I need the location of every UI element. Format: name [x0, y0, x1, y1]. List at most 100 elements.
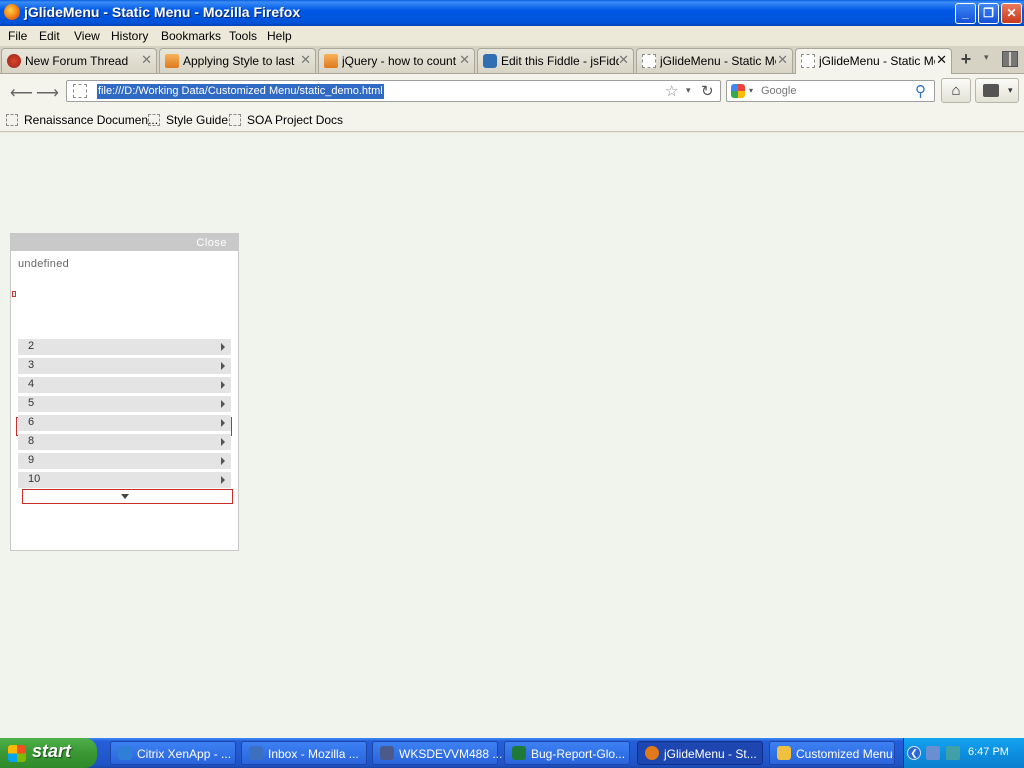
tab-jglidemenu-1[interactable]: jGlideMenu - Static Me... ✕ — [636, 48, 793, 73]
blank-page-icon — [6, 114, 18, 126]
search-bar[interactable]: ▾ Google ⚲ — [726, 80, 935, 102]
task-inbox-thunderbird[interactable]: Inbox - Mozilla ... — [241, 741, 367, 765]
tab-close-icon[interactable]: ✕ — [936, 52, 947, 68]
addon-button[interactable]: ▾ — [975, 78, 1019, 103]
menu-tools[interactable]: Tools — [229, 29, 257, 43]
menu-item-8[interactable]: 8 — [18, 434, 231, 450]
tab-close-icon[interactable]: ✕ — [459, 52, 470, 68]
task-label: jGlideMenu - St... — [664, 747, 757, 761]
menu-item-9[interactable]: 9 — [18, 453, 231, 469]
blank-page-icon — [229, 114, 241, 126]
search-engine-dropdown-icon[interactable]: ▾ — [749, 86, 753, 95]
tab-jglidemenu-active[interactable]: jGlideMenu - Static Me... ✕ — [795, 48, 952, 75]
chevron-right-icon — [221, 438, 225, 446]
tab-label: jQuery - how to count... — [342, 54, 457, 68]
scroll-down-button[interactable] — [22, 489, 233, 504]
task-label: WKSDEVVM488 ... — [399, 747, 503, 761]
menu-bookmarks[interactable]: Bookmarks — [161, 29, 221, 43]
title-bar: jGlideMenu - Static Menu - Mozilla Firef… — [0, 0, 1024, 26]
chevron-right-icon — [221, 457, 225, 465]
panel-info-text: undefined — [18, 258, 70, 270]
tab-groups-icon[interactable] — [1002, 51, 1018, 67]
list-all-tabs-button[interactable]: ▾ — [984, 52, 989, 63]
bookmark-label: Style Guide — [166, 113, 229, 127]
network-icon[interactable] — [926, 746, 940, 760]
start-label: start — [32, 741, 72, 761]
tab-close-icon[interactable]: ✕ — [618, 52, 629, 68]
bookmark-star-icon[interactable]: ☆ — [665, 82, 678, 100]
task-label: Citrix XenApp - ... — [137, 747, 232, 761]
search-icon[interactable]: ⚲ — [915, 82, 926, 100]
menu-view[interactable]: View — [74, 29, 100, 43]
tab-close-icon[interactable]: ✕ — [141, 52, 152, 68]
minimize-button[interactable]: _ — [955, 3, 976, 24]
url-history-dropdown-icon[interactable]: ▾ — [686, 85, 691, 96]
menu-file[interactable]: File — [8, 29, 27, 43]
bookmark-renaissance[interactable]: Renaissance Documen... — [6, 113, 158, 129]
task-citrix-xenapp[interactable]: Citrix XenApp - ... — [110, 741, 236, 765]
show-hidden-icons-button[interactable]: ❮ — [907, 746, 921, 760]
menu-item-10[interactable]: 10 — [18, 472, 231, 488]
window-title: jGlideMenu - Static Menu - Mozilla Firef… — [24, 4, 301, 20]
windows-logo-icon — [8, 745, 26, 762]
menu-item-5[interactable]: 5 — [18, 396, 231, 412]
tab-jsfiddle[interactable]: Edit this Fiddle - jsFiddle ✕ — [477, 48, 634, 73]
home-button[interactable]: ⌂ — [941, 78, 971, 103]
start-button[interactable]: start — [0, 738, 97, 768]
search-input[interactable]: Google — [761, 85, 796, 97]
task-customized-menu-folder[interactable]: Customized Menu — [769, 741, 895, 765]
tab-label: New Forum Thread — [25, 54, 129, 68]
bookmark-label: SOA Project Docs — [247, 113, 344, 127]
blank-page-icon — [642, 54, 656, 68]
panel-close-link[interactable]: Close — [196, 237, 227, 249]
url-bar[interactable]: file:///D:/Working Data/Customized Menu/… — [66, 80, 721, 102]
navigation-bar: ⟵ ⟶ file:///D:/Working Data/Customized M… — [0, 74, 1024, 109]
firefox-icon — [4, 4, 20, 20]
chevron-right-icon — [221, 476, 225, 484]
menu-item-6[interactable]: 6 — [18, 415, 231, 431]
blank-page-icon — [801, 54, 815, 68]
forward-button[interactable]: ⟶ — [36, 83, 59, 103]
url-text[interactable]: file:///D:/Working Data/Customized Menu/… — [97, 84, 384, 99]
menu-item-3[interactable]: 3 — [18, 358, 231, 374]
tab-close-icon[interactable]: ✕ — [777, 52, 788, 68]
bookmarks-toolbar: Renaissance Documen... Style Guide SOA P… — [0, 109, 1024, 132]
menu-item-label: 2 — [28, 340, 35, 352]
menu-item-label: 4 — [28, 378, 35, 390]
tab-new-forum-thread[interactable]: New Forum Thread ✕ — [1, 48, 157, 73]
tab-jquery-count[interactable]: jQuery - how to count... ✕ — [318, 48, 475, 73]
clock[interactable]: 6:47 PM — [968, 746, 1009, 758]
tab-applying-style[interactable]: Applying Style to last l... ✕ — [159, 48, 316, 73]
menu-item-4[interactable]: 4 — [18, 377, 231, 393]
close-window-button[interactable]: ✕ — [1001, 3, 1022, 24]
menu-item-2[interactable]: 2 — [18, 339, 231, 355]
task-remote-desktop[interactable]: WKSDEVVM488 ... — [372, 741, 502, 765]
task-bug-report[interactable]: Bug-Report-Glo... — [504, 741, 630, 765]
menu-help[interactable]: Help — [267, 29, 292, 43]
tab-label: Edit this Fiddle - jsFiddle — [501, 54, 619, 68]
tab-close-icon[interactable]: ✕ — [300, 52, 311, 68]
remote-desktop-icon — [380, 746, 394, 760]
task-label: Bug-Report-Glo... — [531, 747, 626, 761]
menu-history[interactable]: History — [111, 29, 148, 43]
vmware-icon[interactable] — [946, 746, 960, 760]
chevron-down-icon[interactable]: ▾ — [1008, 85, 1013, 96]
chevron-right-icon — [221, 343, 225, 351]
reload-icon[interactable]: ↻ — [701, 82, 714, 100]
excel-icon — [512, 746, 526, 760]
task-label: Inbox - Mozilla ... — [268, 747, 359, 761]
back-button[interactable]: ⟵ — [10, 83, 33, 103]
bookmark-style-guide[interactable]: Style Guide — [148, 113, 228, 129]
taskbar: start Citrix XenApp - ... Inbox - Mozill… — [0, 738, 1024, 768]
google-icon[interactable] — [731, 84, 745, 98]
new-tab-button[interactable]: + — [955, 50, 977, 70]
bookmark-soa-project-docs[interactable]: SOA Project Docs — [229, 113, 343, 129]
site-identity-icon[interactable] — [73, 84, 87, 98]
bookmark-label: Renaissance Documen... — [24, 113, 159, 127]
task-label: Customized Menu — [796, 747, 893, 761]
menu-bar: File Edit View History Bookmarks Tools H… — [0, 26, 1024, 46]
chevron-right-icon — [221, 419, 225, 427]
menu-edit[interactable]: Edit — [39, 29, 60, 43]
task-jglidemenu-firefox[interactable]: jGlideMenu - St... — [637, 741, 763, 765]
maximize-button[interactable]: ❐ — [978, 3, 999, 24]
